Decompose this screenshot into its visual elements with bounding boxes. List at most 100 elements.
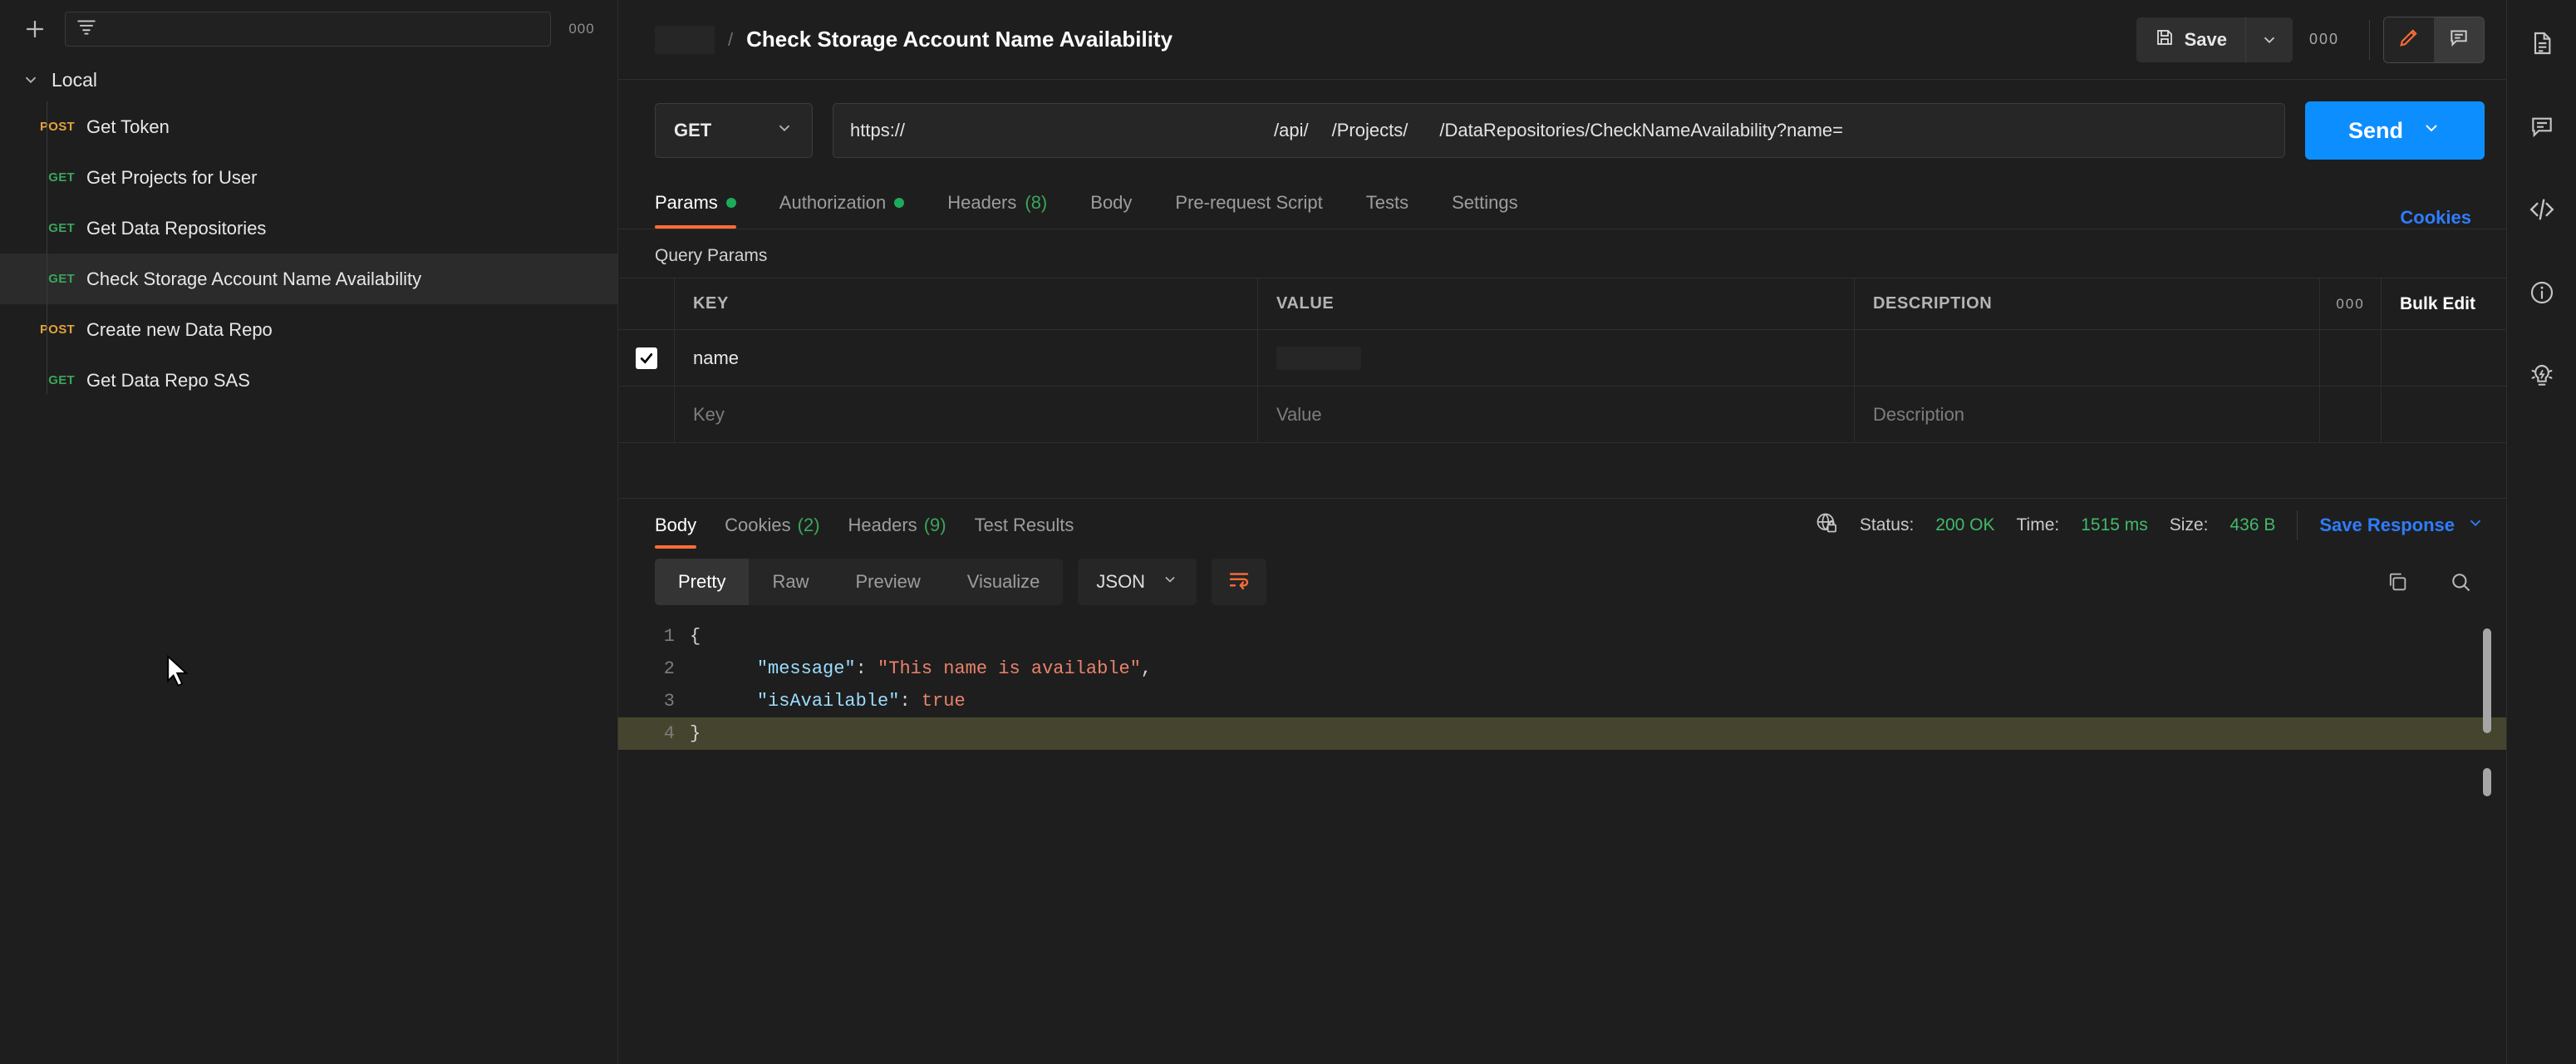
params-more-button[interactable]: 000 [2320,278,2382,329]
method-badge: POST [39,120,75,134]
code-snippet-icon[interactable] [2519,186,2565,233]
request-tabs: Params Authorization Headers (8) Body Pr… [618,178,2506,229]
edit-mode-button[interactable] [2384,17,2434,62]
response-format-select[interactable]: JSON [1078,559,1197,605]
response-scrollbar-thumb-top[interactable] [2483,628,2491,733]
response-body-viewer[interactable]: 1 { 2 "message": "This name is available… [618,620,2506,1064]
header-key: KEY [675,278,1258,329]
save-dropdown-button[interactable] [2246,17,2293,62]
status-label: Status: [1859,515,1915,534]
comments-icon[interactable] [2519,103,2565,150]
bulk-edit-button[interactable]: Bulk Edit [2382,278,2506,329]
tab-pre-request-script[interactable]: Pre-request Script [1153,177,1344,229]
size-value: 436 B [2229,515,2276,534]
header-value-label: VALUE [1276,294,1335,313]
query-params-title: Query Params [655,246,768,265]
code-line: 1 { [618,620,2506,653]
placeholder-more [2320,387,2382,442]
status-badge: 200 OK [1935,515,1995,534]
placeholder-checkbox[interactable] [618,387,675,442]
save-label: Save [2184,28,2227,50]
copy-button[interactable] [2373,559,2421,605]
view-mode-preview[interactable]: Preview [832,559,943,605]
sidebar-request-check-storage-account-name-availability[interactable]: GET Check Storage Account Name Availabil… [0,254,617,304]
view-mode-pretty[interactable]: Pretty [655,559,750,605]
sidebar-request-get-data-repo-sas[interactable]: GET Get Data Repo SAS [0,355,617,406]
tab-authorization[interactable]: Authorization [758,177,926,229]
row-value-redacted [1276,346,1361,370]
sidebar-request-get-projects-for-user[interactable]: GET Get Projects for User [0,152,617,203]
collection-local[interactable]: Local [0,58,617,101]
view-mode-visualize[interactable]: Visualize [944,559,1064,605]
response-scrollbar-thumb-bottom[interactable] [2483,768,2491,796]
save-response-button[interactable]: Save Response [2319,514,2485,537]
tab-body[interactable]: Body [1069,177,1153,229]
placeholder-key-cell[interactable]: Key [675,387,1258,442]
filter-icon [76,17,97,42]
url-redacted-host [907,118,1273,143]
sidebar-more-button[interactable]: 000 [564,21,599,37]
json-bool-value: true [921,691,966,712]
lightbulb-icon[interactable] [2519,352,2565,399]
sidebar-request-get-token[interactable]: POST Get Token [0,101,617,152]
url-input[interactable]: https:// /api/ /Projects/ /DataRepositor… [833,103,2285,158]
tab-tests[interactable]: Tests [1345,177,1430,229]
view-mode-raw[interactable]: Raw [749,559,832,605]
method-badge: POST [39,323,75,337]
tab-count: (8) [1025,192,1048,213]
method-badge: GET [48,170,75,185]
row-key-cell[interactable]: name [675,330,1258,386]
tab-count: (9) [923,515,946,535]
tab-label: Authorization [779,192,887,213]
comment-icon [2448,27,2470,52]
response-tab-cookies[interactable]: Cookies (2) [725,499,848,552]
code-line: 3 "isAvailable": true [618,685,2506,717]
search-button[interactable] [2436,559,2485,605]
row-checkbox[interactable] [618,330,675,386]
modified-dot-icon [894,198,905,208]
sidebar-toolbar: 000 [0,0,617,58]
documentation-icon[interactable] [2519,20,2565,66]
save-button[interactable]: Save [2136,17,2246,62]
comment-mode-button[interactable] [2434,17,2484,62]
placeholder-description-cell[interactable]: Description [1855,387,2320,442]
add-new-button[interactable] [18,12,52,46]
table-row-placeholder[interactable]: Key Value Description [618,387,2506,443]
header-key-label: KEY [693,294,729,313]
info-icon[interactable] [2519,269,2565,316]
table-row[interactable]: name [618,330,2506,387]
tab-label: Body [1090,192,1133,213]
tab-label: Body [655,515,697,535]
line-number: 1 [663,626,675,647]
tab-params[interactable]: Params [655,177,758,229]
placeholder-value-text: Value [1276,403,1322,425]
json-code: 1 { 2 "message": "This name is available… [618,620,2506,750]
json-string-value: "This name is available" [878,658,1141,679]
sidebar-request-get-data-repositories[interactable]: GET Get Data Repositories [0,203,617,254]
request-label: Get Data Repositories [86,217,267,239]
response-tab-body[interactable]: Body [655,499,725,552]
word-wrap-button[interactable] [1212,559,1267,605]
row-description-cell[interactable] [1855,330,2320,386]
placeholder-description-text: Description [1873,403,1965,425]
checkbox-checked-icon [635,347,657,369]
send-button[interactable]: Send [2305,101,2485,160]
response-tab-headers[interactable]: Headers (9) [848,499,975,552]
tab-label: Headers [848,515,917,535]
pencil-icon [2397,26,2421,53]
request-more-button[interactable]: 000 [2293,17,2356,62]
url-seg-api: /api/ [1274,120,1309,140]
url-redacted-project-id [1409,118,1438,143]
placeholder-value-cell[interactable]: Value [1258,387,1855,442]
row-bulk-spacer [2382,330,2506,386]
response-tab-test-results[interactable]: Test Results [975,499,1103,552]
chevron-down-icon [775,119,794,142]
cookies-link[interactable]: Cookies [2400,207,2485,229]
tab-settings[interactable]: Settings [1430,177,1540,229]
row-value-cell[interactable] [1258,330,1855,386]
http-method-select[interactable]: GET [655,103,813,158]
tab-headers[interactable]: Headers (8) [926,177,1069,229]
divider [2297,510,2298,540]
sidebar-request-create-new-data-repo[interactable]: POST Create new Data Repo [0,304,617,355]
search-input[interactable] [65,12,551,47]
